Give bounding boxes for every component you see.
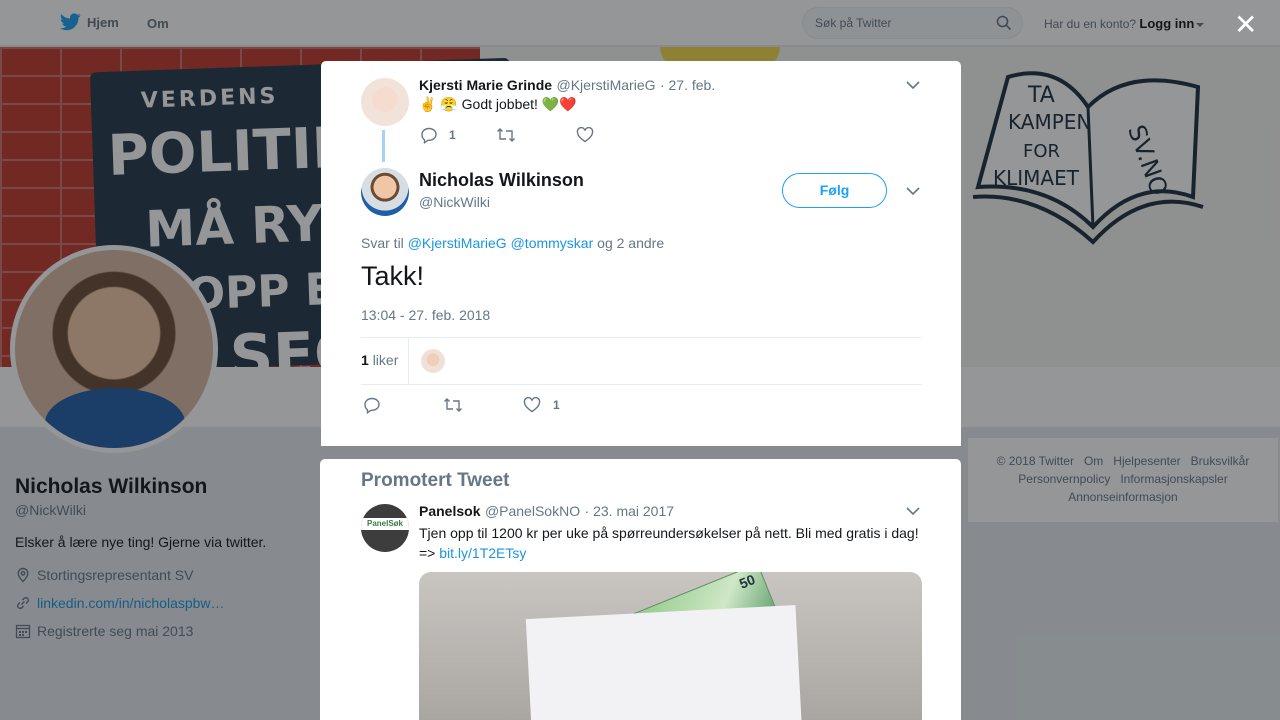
- parent-tweet-chevron-down-icon[interactable]: [906, 80, 920, 90]
- divider: [361, 337, 922, 338]
- banknote-value: 50: [736, 572, 758, 592]
- reply-button[interactable]: [363, 396, 381, 414]
- parent-tweet-name[interactable]: Kjersti Marie Grinde: [419, 77, 552, 93]
- parent-tweet-header: Kjersti Marie Grinde @KjerstiMarieG · 27…: [419, 77, 715, 95]
- retweet-icon: [496, 128, 515, 142]
- promoted-avatar[interactable]: PanelSøk: [361, 504, 409, 552]
- promoted-name[interactable]: Panelsok: [419, 503, 480, 519]
- reply-count: 1: [449, 128, 456, 142]
- reply-button[interactable]: 1: [420, 126, 456, 144]
- likes-count: 1: [361, 352, 369, 368]
- reply-icon: [421, 127, 437, 144]
- promoted-avatar-logo: PanelSøk: [361, 518, 409, 530]
- retweet-button[interactable]: [443, 397, 463, 413]
- like-count: 1: [553, 398, 560, 412]
- parent-tweet-date[interactable]: · 27. feb.: [660, 77, 715, 93]
- promoted-handle[interactable]: @PanelSokNO: [485, 503, 580, 519]
- retweet-button[interactable]: [496, 127, 516, 143]
- main-tweet-actions: 1: [363, 396, 560, 414]
- envelope-image: [525, 605, 803, 720]
- promoted-heading: Promotert Tweet: [361, 470, 510, 491]
- main-tweet-chevron-down-icon[interactable]: [906, 186, 920, 196]
- promoted-text: Tjen opp til 1200 kr per uke på spørreun…: [419, 525, 919, 541]
- reply-icon: [364, 397, 380, 414]
- reply-context: Svar til @KjerstiMarieG @tommyskar og 2 …: [361, 235, 664, 251]
- parent-tweet-actions: 1: [420, 126, 594, 144]
- promoted-date[interactable]: · 23. mai 2017: [585, 503, 675, 519]
- promoted-text-block: Tjen opp til 1200 kr per uke på spørreun…: [419, 523, 924, 563]
- reply-user-link[interactable]: @KjerstiMarieG: [408, 235, 507, 251]
- like-button[interactable]: 1: [523, 397, 560, 413]
- tweet-modal: [321, 61, 961, 446]
- heart-icon: [523, 397, 541, 413]
- reply-thread-line: [382, 130, 385, 162]
- liker-avatar[interactable]: [421, 349, 445, 373]
- parent-tweet-text: ✌️ 😤 Godt jobbet! 💚❤️: [419, 96, 577, 112]
- reply-prefix: Svar til: [361, 235, 404, 251]
- divider: [408, 338, 409, 384]
- main-tweet-name[interactable]: Nicholas Wilkinson: [419, 170, 584, 191]
- main-tweet-handle[interactable]: @NickWilki: [419, 194, 490, 210]
- promoted-link[interactable]: bit.ly/1T2ETsy: [439, 545, 526, 561]
- reply-user-link[interactable]: @tommyskar: [511, 235, 594, 251]
- divider: [361, 384, 922, 385]
- retweet-icon: [444, 398, 462, 412]
- parent-tweet-handle[interactable]: @KjerstiMarieG: [557, 77, 656, 93]
- follow-button[interactable]: Følg: [782, 173, 887, 208]
- main-tweet-timestamp[interactable]: 13:04 - 27. feb. 2018: [361, 307, 490, 323]
- promoted-tweet-header: Panelsok @PanelSokNO · 23. mai 2017: [419, 503, 674, 521]
- parent-tweet-avatar[interactable]: [361, 78, 409, 126]
- reply-others[interactable]: og 2 andre: [597, 235, 664, 251]
- like-button[interactable]: [576, 127, 594, 143]
- main-tweet-text: Takk!: [361, 261, 425, 291]
- likes-label: liker: [372, 352, 399, 368]
- promoted-chevron-down-icon[interactable]: [906, 506, 920, 516]
- promoted-arrow: =>: [419, 545, 436, 561]
- heart-icon: [576, 127, 593, 143]
- close-icon[interactable]: ✕: [1234, 11, 1257, 39]
- likes-stat[interactable]: 1 liker: [361, 352, 398, 368]
- promoted-image[interactable]: 50: [419, 572, 922, 720]
- main-tweet-avatar[interactable]: [361, 168, 409, 216]
